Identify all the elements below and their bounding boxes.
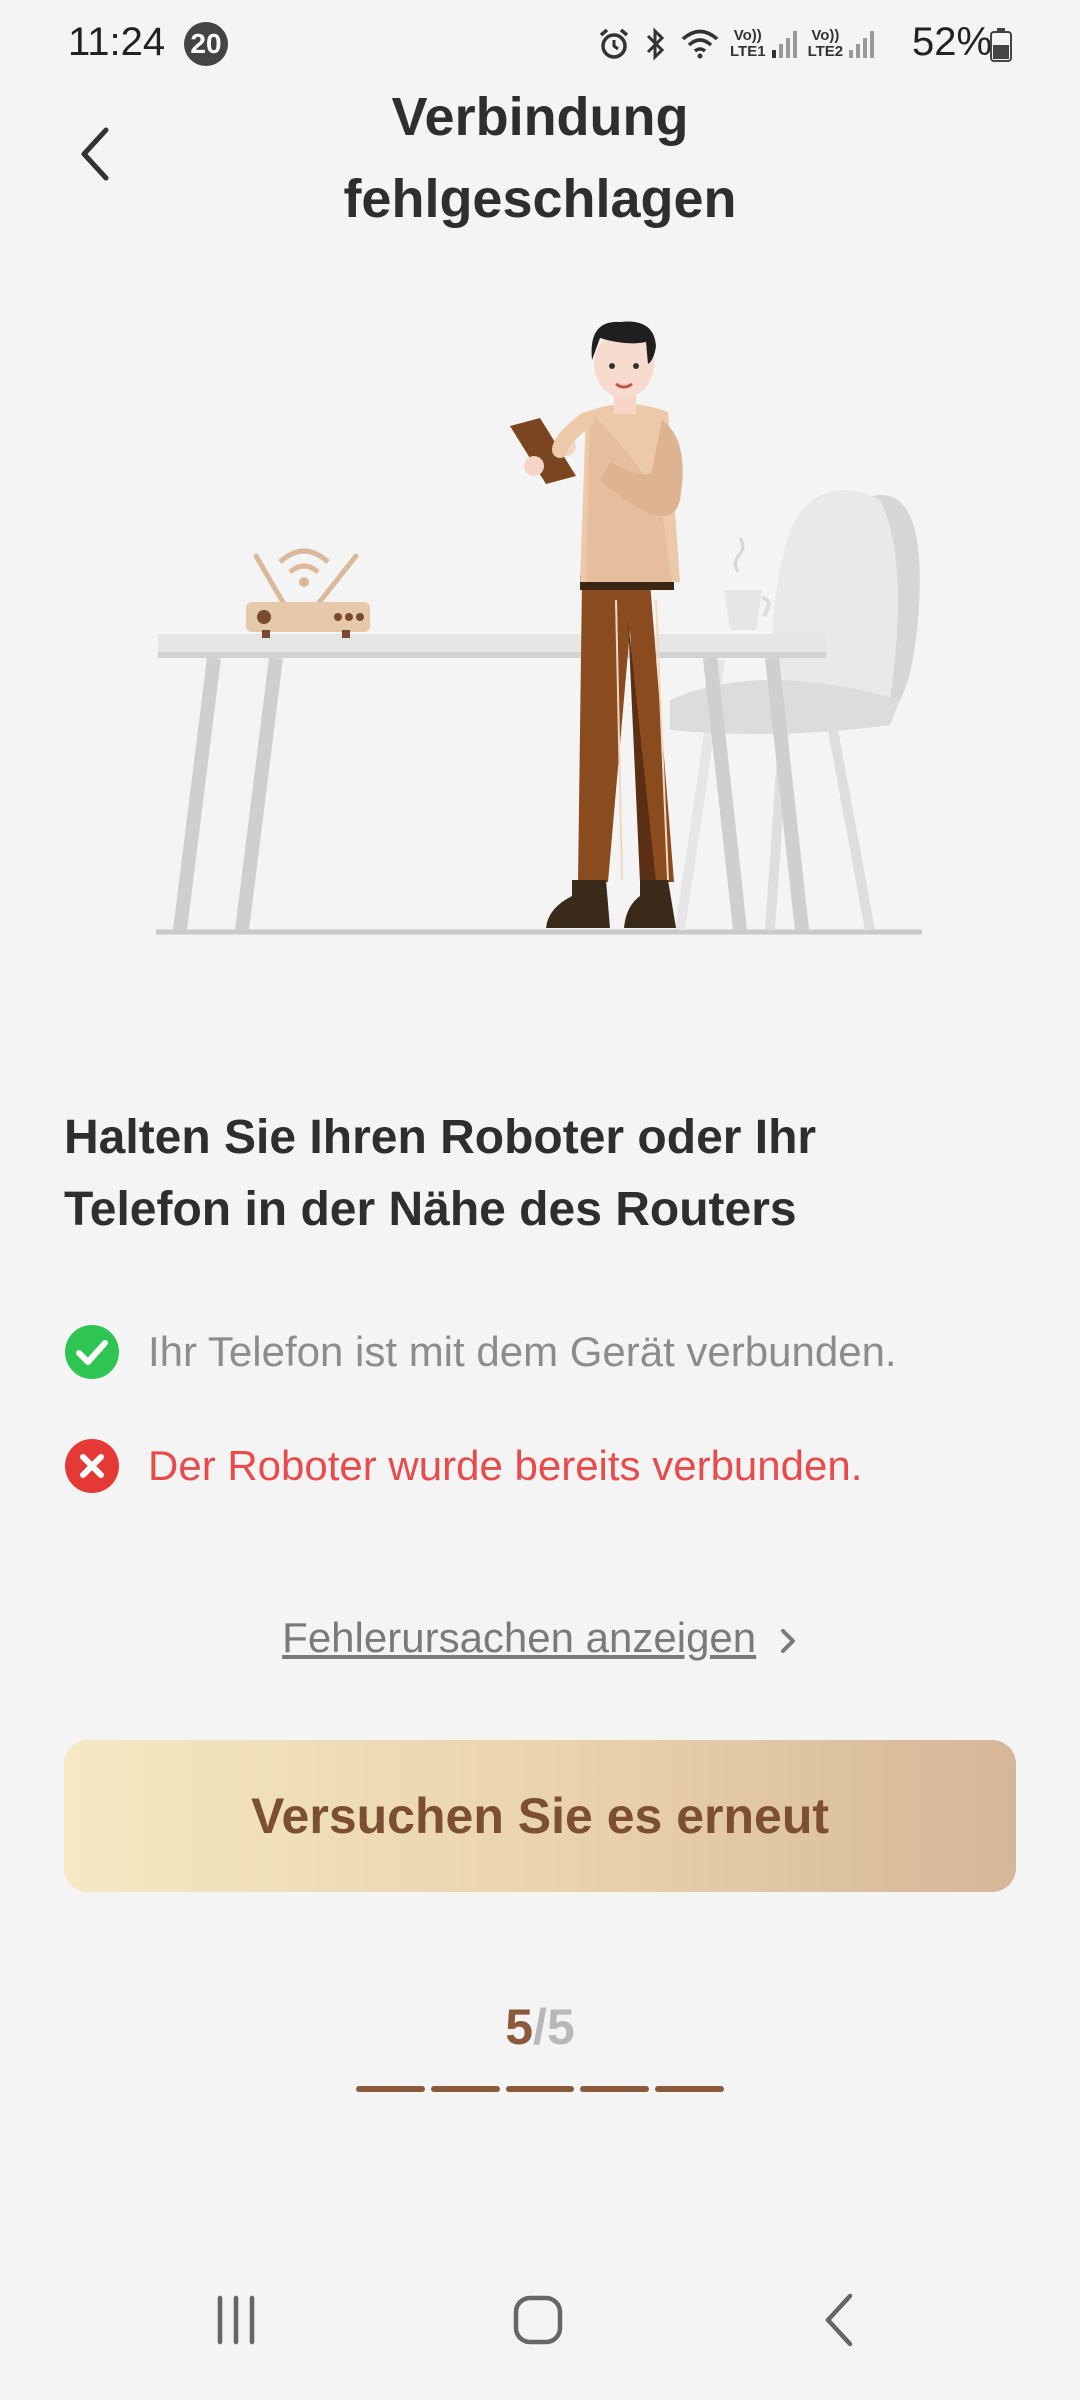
status-time: 11:24 [68,20,166,64]
system-back-button[interactable] [780,2270,900,2370]
show-error-causes-link[interactable]: Fehlerursachen anzeigen [0,1614,1080,1662]
progress-segment [505,2086,575,2092]
check-text: Ihr Telefon ist mit dem Gerät verbunden. [148,1328,897,1375]
check-text: Der Roboter wurde bereits verbunden. [148,1442,863,1489]
battery-percent: 52% [912,20,993,64]
notification-count-badge: 20 [184,22,228,66]
home-icon [513,2295,563,2345]
back-icon [825,2293,853,2347]
cause-link-label: Fehlerursachen anzeigen [282,1614,757,1661]
back-button[interactable] [60,118,132,190]
check-row-phone-connected: Ihr Telefon ist mit dem Gerät verbunden. [64,1320,1024,1384]
step-progress-bar [356,2086,724,2094]
bluetooth-icon [646,27,665,61]
step-current: 5 [505,1999,534,2055]
connection-illustration [156,321,922,935]
status-icons: Vo)) LTE1 Vo)) LTE2 [596,20,885,68]
check-circle-icon [65,1325,119,1379]
progress-segment [580,2086,650,2092]
system-nav-bar [0,2270,1080,2370]
sim2-lte-label: Vo)) LTE2 [807,27,844,60]
check-row-robot-connected: Der Roboter wurde bereits verbunden. [64,1434,1024,1498]
progress-segment [655,2086,724,2092]
retry-button[interactable]: Versuchen Sie es erneut [64,1740,1016,1892]
router-icon [246,548,370,638]
status-bar: 11:24 20 Vo)) LTE1 Vo)) LTE2 52% [0,0,1080,88]
signal-icon [849,31,875,58]
chevron-left-icon [81,127,109,181]
table-illustration [158,634,826,931]
instruction-text: Halten Sie Ihren Roboter oder Ihr Telefo… [64,1111,817,1236]
progress-segment [356,2086,425,2092]
error-circle-icon [65,1439,119,1493]
cup-illustration [724,537,771,630]
step-total: 5 [546,1999,575,2055]
chevron-right-icon [780,1628,795,1653]
recent-apps-icon [217,2295,255,2345]
signal-icon [771,31,797,58]
recent-apps-button[interactable] [176,2270,296,2370]
battery-icon [990,28,1012,62]
progress-segment [430,2086,500,2092]
alarm-icon [599,28,629,59]
wifi-icon [681,29,719,59]
sim1-lte-label: Vo)) LTE1 [730,27,766,60]
step-indicator: 5/5 [0,1998,1080,2056]
step-separator: / [533,1999,547,2055]
page-title: Verbindung fehlgeschlagen [343,87,737,229]
person-illustration [510,321,683,928]
home-button[interactable] [478,2270,598,2370]
